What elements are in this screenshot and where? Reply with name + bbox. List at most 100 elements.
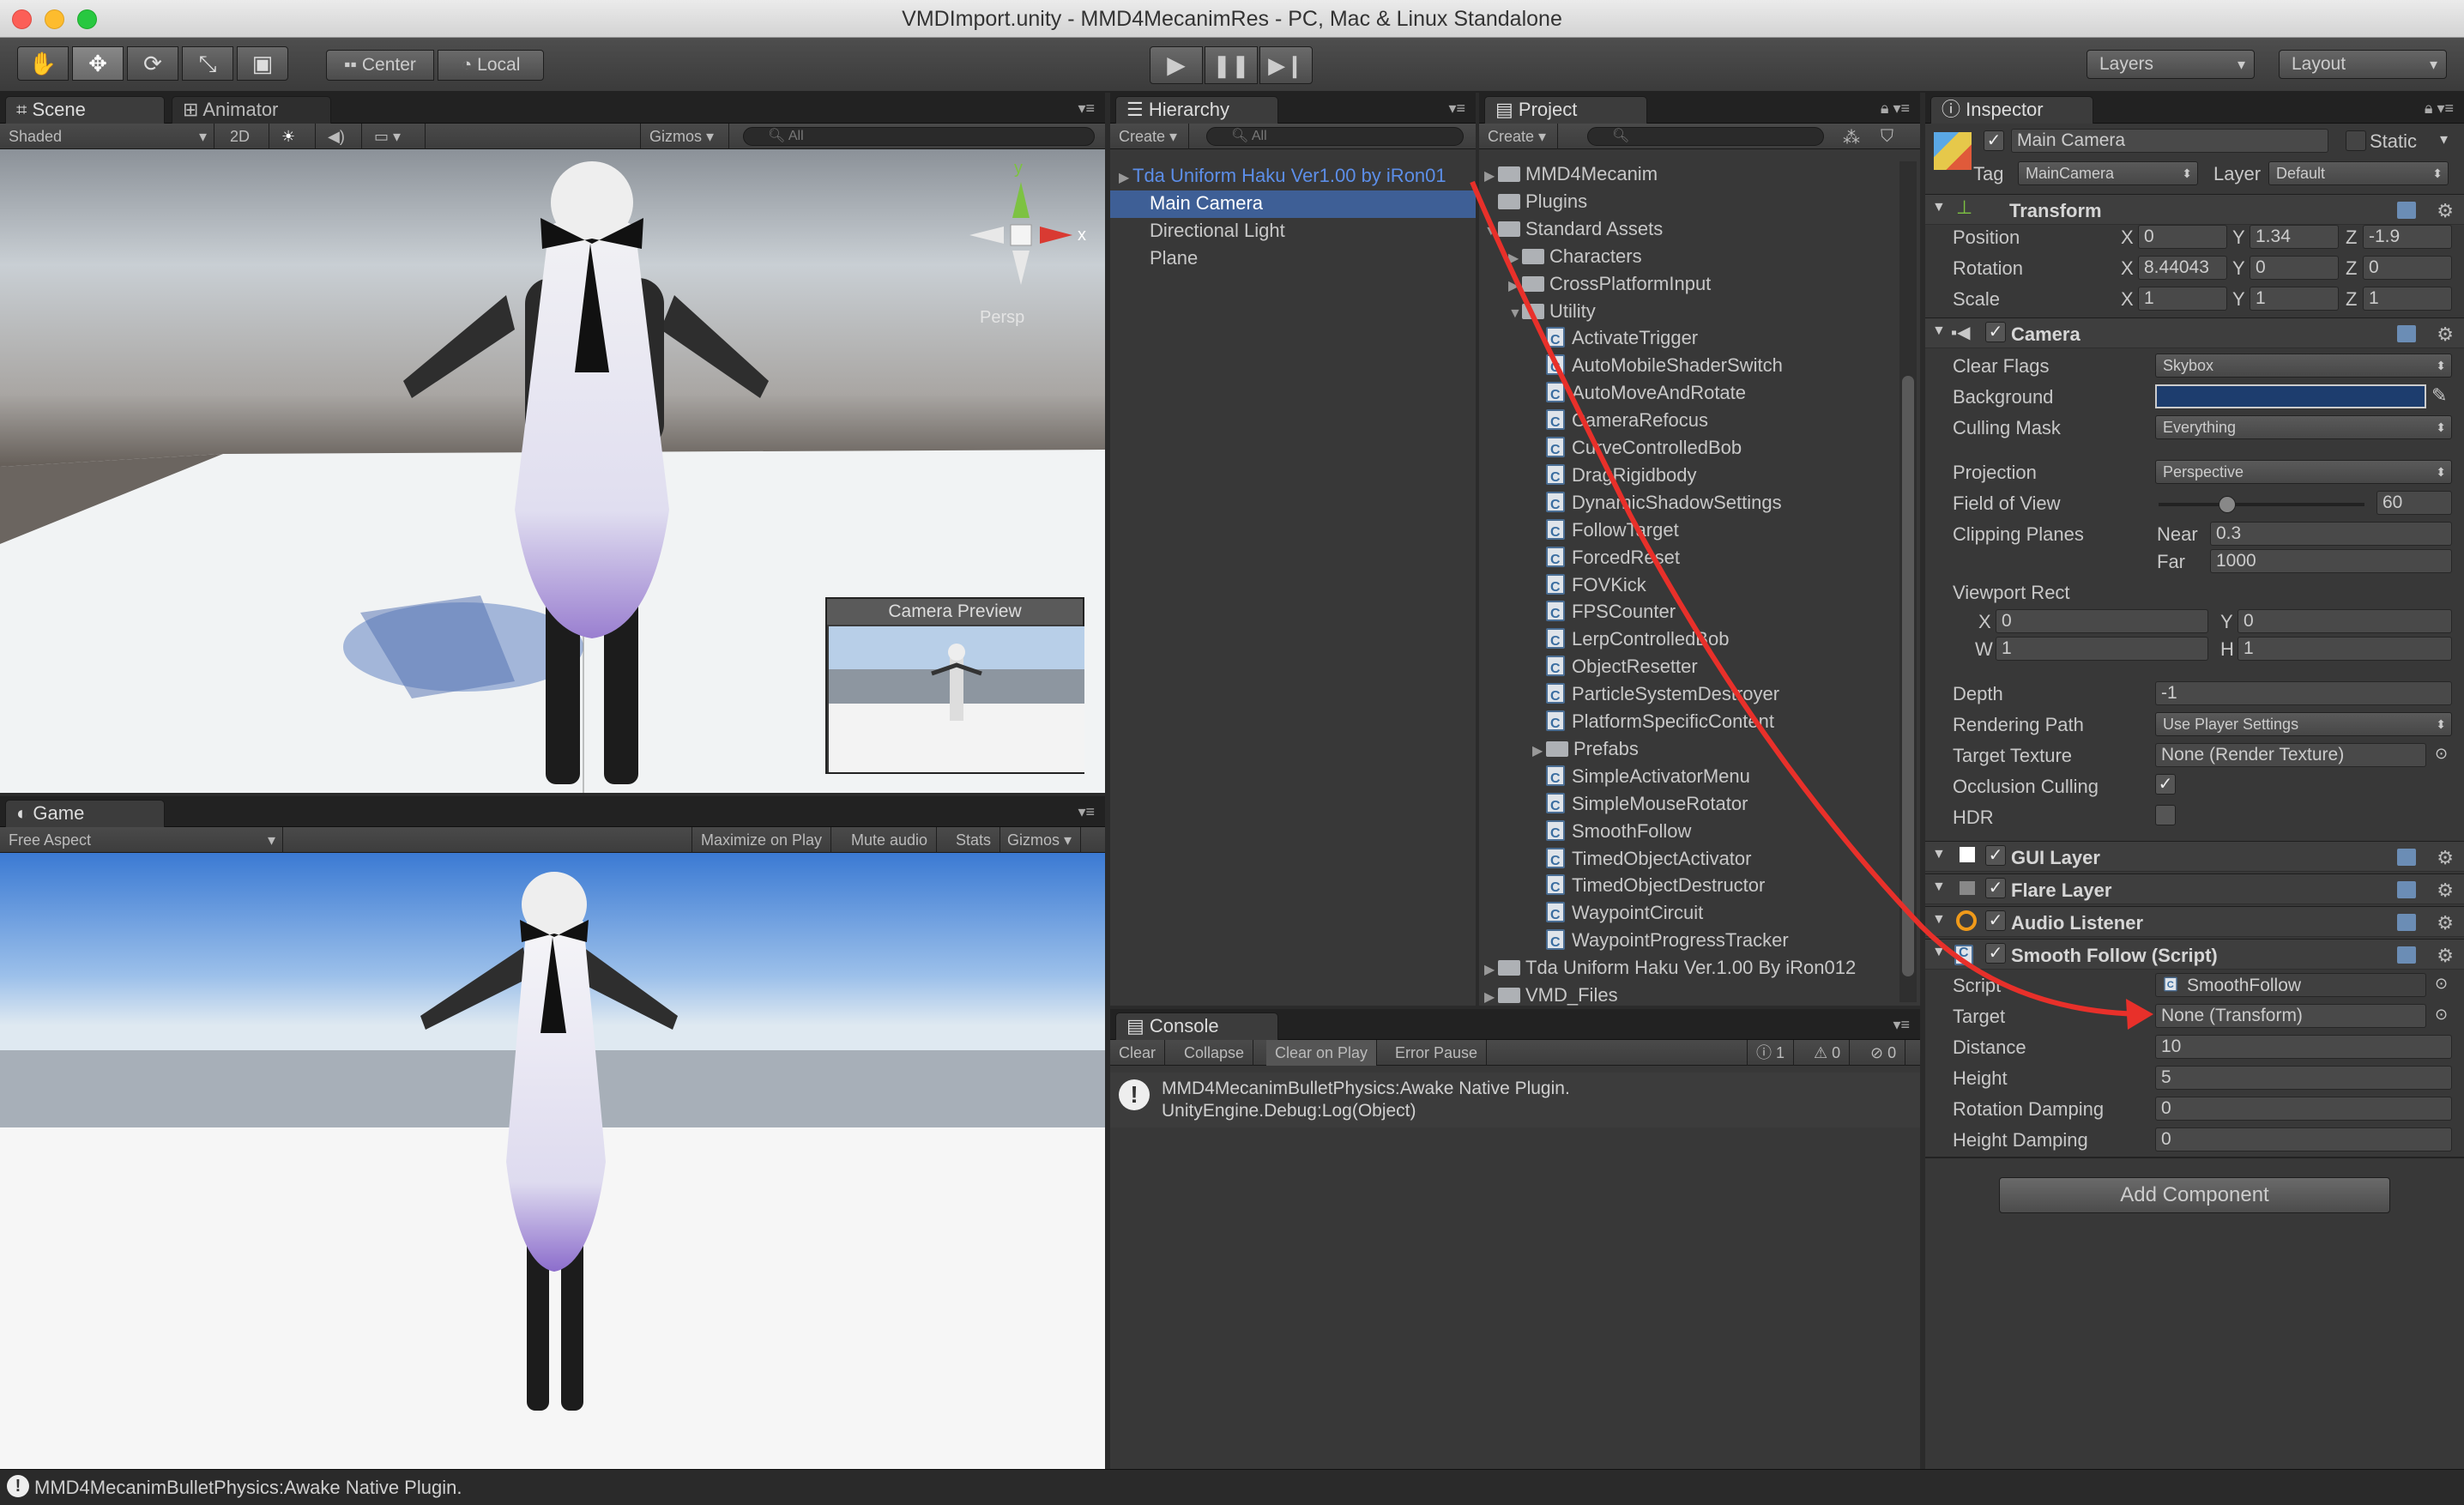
- project-item[interactable]: CameraRefocus: [1479, 408, 1708, 436]
- viewport-x-field[interactable]: 0: [1996, 609, 2208, 633]
- audio-listener-header[interactable]: ▼ ✓ Audio Listener ⚙: [1925, 906, 2464, 937]
- project-item[interactable]: FollowTarget: [1479, 517, 1679, 546]
- project-item[interactable]: TimedObjectDestructor: [1479, 873, 1765, 901]
- tag-dropdown[interactable]: MainCamera: [2018, 161, 2198, 185]
- panel-menu-icon[interactable]: ▾≡: [1448, 100, 1465, 118]
- expand-arrow-icon[interactable]: ▼: [1484, 219, 1498, 245]
- 2d-toggle[interactable]: 2D: [221, 124, 269, 149]
- shading-mode-dropdown[interactable]: Shaded ▾: [0, 124, 214, 149]
- project-item[interactable]: ActivateTrigger: [1479, 325, 1698, 354]
- project-item[interactable]: PlatformSpecificContent: [1479, 709, 1774, 737]
- collapse-triangle-icon[interactable]: ▼: [1932, 847, 1946, 862]
- scale-tool-icon[interactable]: ⤡: [182, 46, 233, 81]
- aspect-dropdown[interactable]: Free Aspect ▾: [0, 827, 283, 853]
- expand-arrow-icon[interactable]: ▶: [1119, 166, 1132, 191]
- project-item[interactable]: ▶ Tda Uniform Haku Ver.1.00 By iRon012: [1479, 955, 1856, 983]
- panel-menu-icon[interactable]: 🔒︎ ▾≡: [2425, 100, 2454, 118]
- filter-label-icon[interactable]: ⛉: [1881, 127, 1893, 147]
- add-component-button[interactable]: Add Component: [1999, 1177, 2390, 1213]
- game-viewport[interactable]: [0, 853, 1105, 1469]
- settings-gear-icon[interactable]: ⚙: [2437, 847, 2454, 869]
- far-field[interactable]: 1000: [2210, 549, 2452, 573]
- expand-arrow-icon[interactable]: ▶: [1508, 274, 1522, 299]
- expand-arrow-icon[interactable]: ▶: [1532, 739, 1546, 765]
- target-texture-field[interactable]: None (Render Texture): [2155, 743, 2426, 767]
- game-gizmos-dropdown[interactable]: Gizmos ▾: [999, 827, 1082, 853]
- project-item[interactable]: ▶ Prefabs: [1479, 736, 1639, 765]
- rotation-damping-field[interactable]: 0: [2155, 1097, 2452, 1121]
- console-clear-on-play-toggle[interactable]: Clear on Play: [1266, 1040, 1378, 1066]
- fov-slider-thumb[interactable]: [2219, 496, 2236, 513]
- project-item[interactable]: ▶ Characters: [1479, 244, 1642, 272]
- project-item[interactable]: DynamicShadowSettings: [1479, 490, 1782, 518]
- space-local-toggle[interactable]: ◔ Local: [438, 50, 544, 81]
- project-item[interactable]: TimedObjectActivator: [1479, 846, 1751, 874]
- expand-arrow-icon[interactable]: ▶: [1484, 164, 1498, 190]
- object-picker-icon[interactable]: ⊙: [2435, 745, 2448, 763]
- flare-layer-header[interactable]: ▼ ✓ Flare Layer ⚙: [1925, 873, 2464, 904]
- hierarchy-item[interactable]: Directional Light: [1110, 218, 1476, 245]
- transform-header[interactable]: ▼ ⊥ Transform ⚙: [1925, 194, 2464, 225]
- console-error-filter[interactable]: ⊘ 0: [1862, 1040, 1906, 1066]
- scale-x-field[interactable]: 1: [2138, 287, 2227, 311]
- console-error-pause-toggle[interactable]: Error Pause: [1386, 1040, 1488, 1066]
- panel-menu-icon[interactable]: ▾≡: [1078, 803, 1095, 821]
- active-checkbox[interactable]: ✓: [1984, 130, 2004, 151]
- tab-hierarchy[interactable]: ☰ Hierarchy: [1115, 96, 1278, 124]
- layout-dropdown[interactable]: Layout: [2279, 50, 2447, 79]
- lighting-icon[interactable]: ☀: [273, 124, 316, 149]
- background-color-swatch[interactable]: [2155, 384, 2426, 408]
- filter-type-icon[interactable]: ⁂: [1843, 127, 1860, 148]
- static-dropdown-icon[interactable]: ▾: [2440, 130, 2448, 148]
- rotation-y-field[interactable]: 0: [2250, 256, 2339, 280]
- minimize-window-button[interactable]: [45, 9, 64, 29]
- target-field[interactable]: None (Transform): [2155, 1004, 2426, 1028]
- settings-gear-icon[interactable]: ⚙: [2437, 879, 2454, 902]
- rotation-x-field[interactable]: 8.44043: [2138, 256, 2227, 280]
- gizmos-dropdown[interactable]: Gizmos ▾: [640, 124, 729, 149]
- mute-audio-toggle[interactable]: Mute audio: [842, 827, 938, 853]
- clear-flags-dropdown[interactable]: Skybox: [2155, 354, 2452, 378]
- collapse-triangle-icon[interactable]: ▼: [1932, 945, 1946, 960]
- project-item[interactable]: ObjectResetter: [1479, 654, 1698, 682]
- layer-dropdown[interactable]: Default: [2268, 161, 2449, 185]
- height-damping-field[interactable]: 0: [2155, 1127, 2452, 1151]
- position-x-field[interactable]: 0: [2138, 225, 2227, 249]
- depth-field[interactable]: -1: [2155, 681, 2452, 705]
- tab-console[interactable]: ▤ Console: [1115, 1012, 1278, 1040]
- project-item[interactable]: ▼ Utility: [1479, 299, 1596, 327]
- console-log-entry[interactable]: ! MMD4MecanimBulletPhysics:Awake Native …: [1110, 1073, 1920, 1127]
- scale-z-field[interactable]: 1: [2363, 287, 2452, 311]
- expand-arrow-icon[interactable]: ▼: [1508, 301, 1522, 327]
- hierarchy-item[interactable]: ▶ Tda Uniform Haku Ver1.00 by iRon01: [1110, 163, 1476, 190]
- help-book-icon[interactable]: [2397, 914, 2416, 931]
- expand-arrow-icon[interactable]: ▶: [1508, 246, 1522, 272]
- zoom-window-button[interactable]: [77, 9, 97, 29]
- culling-mask-dropdown[interactable]: Everything: [2155, 415, 2452, 439]
- height-field[interactable]: 5: [2155, 1066, 2452, 1090]
- audio-icon[interactable]: ◀): [319, 124, 362, 149]
- tab-inspector[interactable]: ⓘ Inspector: [1930, 96, 2093, 124]
- fov-slider-track[interactable]: [2159, 503, 2364, 506]
- static-checkbox[interactable]: [2346, 130, 2366, 151]
- scene-search-input[interactable]: 🔍︎ All: [743, 127, 1095, 146]
- scale-y-field[interactable]: 1: [2250, 287, 2339, 311]
- help-book-icon[interactable]: [2397, 849, 2416, 866]
- occlusion-culling-checkbox[interactable]: ✓: [2155, 774, 2176, 795]
- project-item[interactable]: SmoothFollow: [1479, 819, 1691, 847]
- console-collapse-button[interactable]: Collapse: [1175, 1040, 1254, 1066]
- status-bar[interactable]: ! MMD4MecanimBulletPhysics:Awake Native …: [0, 1469, 2464, 1505]
- script-field[interactable]: SmoothFollow: [2155, 973, 2426, 997]
- camera-header[interactable]: ▼ ▪◀ ✓ Camera ⚙: [1925, 317, 2464, 348]
- tab-project[interactable]: ▤ Project: [1484, 96, 1647, 124]
- hierarchy-search-input[interactable]: 🔍︎ All: [1206, 127, 1464, 146]
- panel-menu-icon[interactable]: ▾≡: [1078, 100, 1095, 118]
- help-book-icon[interactable]: [2397, 946, 2416, 964]
- near-field[interactable]: 0.3: [2210, 522, 2452, 546]
- audio-listener-enabled-checkbox[interactable]: ✓: [1985, 910, 2006, 931]
- position-y-field[interactable]: 1.34: [2250, 225, 2339, 249]
- console-warn-filter[interactable]: ⚠ 0: [1805, 1040, 1851, 1066]
- smooth-follow-header[interactable]: ▼ ✓ Smooth Follow (Script) ⚙: [1925, 939, 2464, 970]
- viewport-h-field[interactable]: 1: [2238, 637, 2452, 661]
- smooth-follow-enabled-checkbox[interactable]: ✓: [1985, 943, 2006, 964]
